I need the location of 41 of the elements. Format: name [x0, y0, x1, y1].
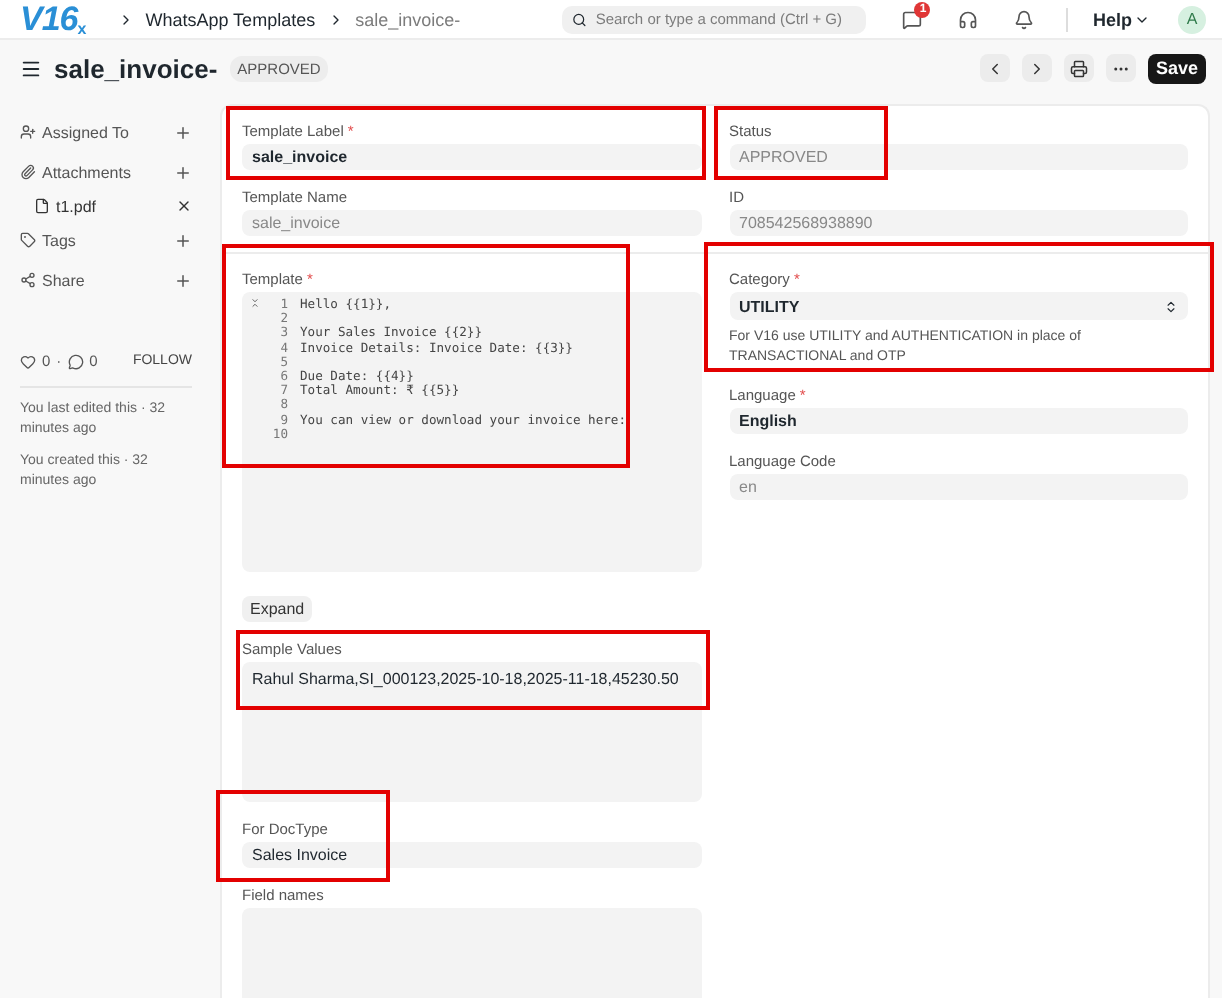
- attachment-link[interactable]: t1.pdf: [56, 197, 170, 215]
- search-icon: [572, 11, 588, 27]
- bell-icon[interactable]: [1014, 9, 1035, 29]
- add-icon[interactable]: [174, 163, 192, 181]
- comment-icon[interactable]: [67, 353, 84, 369]
- menu-icon[interactable]: [20, 57, 42, 79]
- printer-icon: [1069, 59, 1088, 77]
- page-title: sale_invoice-: [54, 53, 218, 83]
- avatar[interactable]: A: [1178, 5, 1206, 33]
- breadcrumb-link[interactable]: WhatsApp Templates: [145, 9, 316, 29]
- input-field[interactable]: English: [729, 408, 1188, 434]
- sidebar-label[interactable]: Share: [42, 271, 168, 289]
- fold-icon[interactable]: [250, 298, 260, 308]
- input-field[interactable]: Sales Invoice: [242, 842, 701, 868]
- add-icon[interactable]: [174, 123, 192, 141]
- headphones-icon[interactable]: [958, 9, 979, 29]
- select-arrows-icon: [1164, 299, 1178, 313]
- close-icon[interactable]: [176, 198, 192, 214]
- user-plus-icon: [20, 124, 36, 140]
- share-icon: [20, 272, 36, 288]
- add-icon[interactable]: [174, 231, 192, 249]
- input-field[interactable]: sale_invoice: [242, 144, 701, 170]
- expand-button[interactable]: Expand: [242, 596, 313, 622]
- select-field[interactable]: UTILITY: [729, 292, 1188, 320]
- add-icon[interactable]: [174, 271, 192, 289]
- chat-icon[interactable]: [902, 9, 923, 29]
- more-button[interactable]: [1105, 54, 1136, 82]
- help-menu[interactable]: Help: [1092, 9, 1150, 29]
- sidebar-label[interactable]: Attachments: [42, 163, 168, 181]
- textarea-field[interactable]: Rahul Sharma,SI_000123,2025-10-18,2025-11-18,45230.50: [242, 662, 701, 802]
- heart-icon[interactable]: [20, 353, 36, 369]
- next-button[interactable]: [1021, 54, 1052, 82]
- sidebar-label[interactable]: Assigned To: [42, 123, 168, 141]
- breadcrumb-link[interactable]: sale_invoice-: [355, 9, 461, 29]
- paperclip-icon: [20, 164, 36, 180]
- previous-button[interactable]: [979, 54, 1010, 82]
- save-button[interactable]: Save: [1147, 53, 1206, 83]
- print-button[interactable]: [1063, 54, 1094, 82]
- sidebar-label[interactable]: Tags: [42, 231, 168, 249]
- tag-icon: [20, 232, 36, 248]
- file-icon: [34, 198, 50, 214]
